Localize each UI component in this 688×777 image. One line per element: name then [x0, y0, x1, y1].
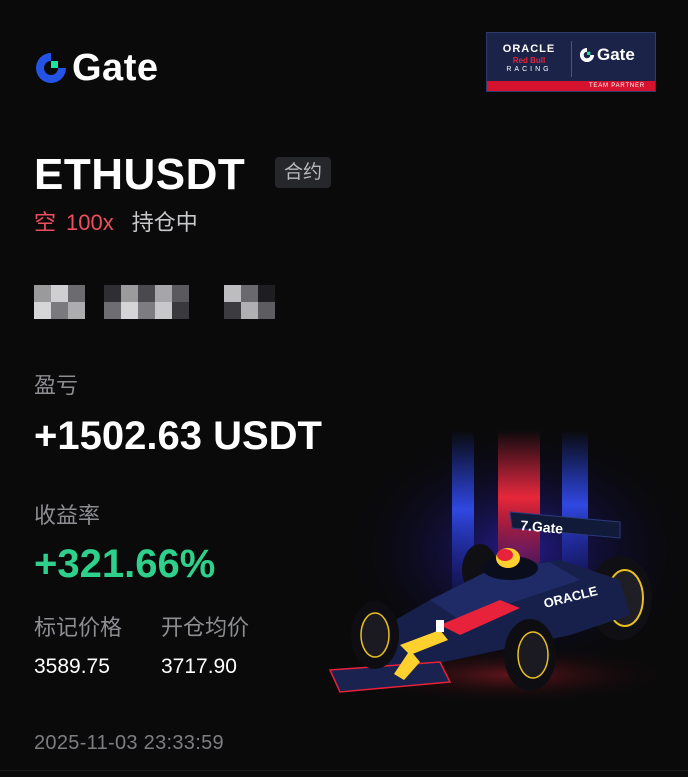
- position-leverage: 100x: [66, 210, 114, 235]
- racing-text: RACING: [506, 65, 552, 73]
- entry-price-value: 3717.90: [161, 655, 237, 678]
- oracle-redbull-logo: ORACLE Red Bull RACING: [487, 33, 571, 83]
- position-info-row: 空 100x 持仓中: [34, 208, 198, 238]
- team-partner-badge: ORACLE Red Bull RACING Gate TEAM PARTNER: [486, 32, 656, 92]
- censored-user-block: [34, 285, 85, 319]
- roi-label: 收益率: [34, 503, 101, 528]
- gate-logo: Gate: [34, 48, 158, 88]
- pnl-label: 盈亏: [34, 373, 79, 398]
- gate-logo-icon: [579, 47, 595, 63]
- bottom-divider: [0, 770, 688, 771]
- timestamp: 2025-11-03 23:33:59: [34, 732, 224, 754]
- partner-gate-text: Gate: [597, 45, 635, 64]
- partner-divider: [571, 41, 572, 77]
- position-symbol: ETHUSDT: [34, 150, 246, 199]
- mark-price-label: 标记价格: [34, 615, 123, 640]
- pnl-value: +1502.63 USDT: [34, 414, 322, 458]
- contract-type-tag: 合约: [275, 157, 331, 188]
- position-side: 空: [34, 210, 57, 235]
- team-partner-label: TEAM PARTNER: [588, 83, 645, 89]
- position-status: 持仓中: [131, 210, 198, 235]
- redbull-text: Red Bull: [512, 55, 546, 65]
- gate-logo-icon: [34, 51, 68, 85]
- roi-value: +321.66%: [34, 542, 216, 586]
- mark-price-value: 3589.75: [34, 655, 110, 678]
- censored-user-block: [224, 285, 275, 319]
- partner-gate-logo: Gate: [579, 45, 635, 65]
- censored-user-block: [104, 285, 189, 319]
- entry-price-label: 开仓均价: [161, 615, 250, 640]
- oracle-text: ORACLE: [502, 42, 556, 55]
- f1-car-image: 7.Gate ORACLE: [320, 420, 688, 730]
- brand-name: Gate: [72, 47, 159, 89]
